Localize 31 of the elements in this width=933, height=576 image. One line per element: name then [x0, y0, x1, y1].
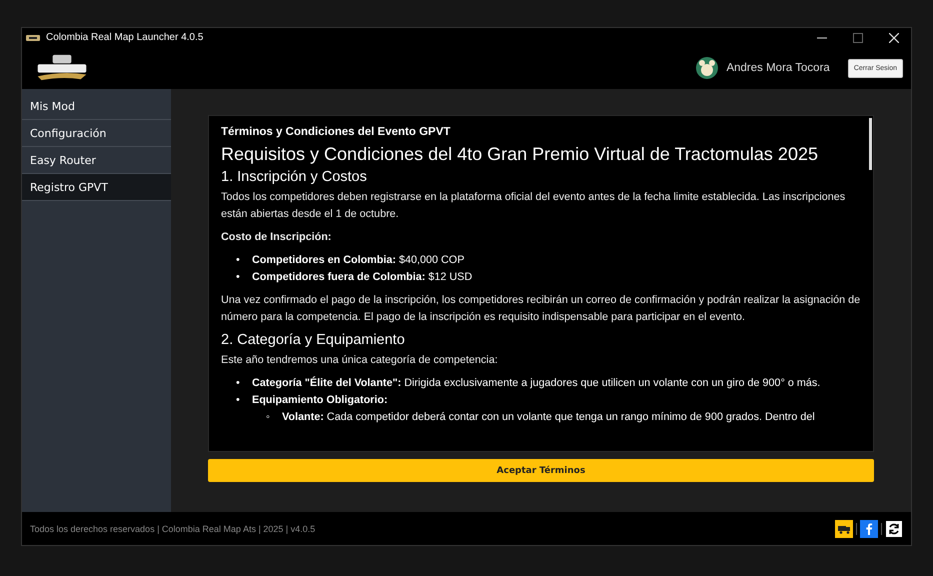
bullet: •	[236, 376, 241, 391]
maximize-icon[interactable]	[853, 32, 863, 42]
paragraph: Una vez confirmado el pago de la inscripción, los competidores recibirán un correo de confirmación y podrán realizar la asignación de número para la competencia. El pago de la inscripción es requisito indispensable para participar en el evento.	[221, 293, 861, 325]
sidebar-item[interactable]: Registro GPVT	[22, 174, 171, 201]
list-item: Equipamiento Obligatorio:	[252, 393, 388, 408]
heading: Requisitos y Condiciones del 4to Gran Premio Virtual de Tractomulas 2025	[221, 144, 819, 165]
avatar-icon	[696, 57, 718, 79]
bullet: •	[236, 253, 241, 268]
bullet: •	[236, 393, 241, 408]
accept-button[interactable]: Aceptar Términos	[208, 459, 874, 482]
app-logo-icon	[26, 34, 40, 42]
close-icon[interactable]	[889, 32, 899, 42]
terms-title: Términos y Condiciones del Evento GPVT	[221, 126, 452, 138]
list-item: Volante: Cada competidor deberá contar con un volante que tenga un rango mínimo de 900 grados. Dentro del	[282, 410, 815, 425]
user-name: Andres Mora Tocora	[726, 62, 830, 74]
list-item: Categoría "Élite del Volante": Dirigida exclusivamente a jugadores que utilicen un volante con un giro de 900° o más.	[252, 375, 820, 391]
list-item: Competidores en Colombia: $40,000 COP	[252, 253, 464, 268]
footer-text: Todos los derechos reservados | Colombia Real Map Ats | 2025 | v4.0.5	[30, 524, 316, 534]
scrollbar-thumb[interactable]	[869, 118, 872, 170]
bullet: •	[236, 270, 241, 285]
facebook-icon[interactable]	[860, 520, 878, 538]
section-heading: 1. Inscripción y Costos	[221, 169, 368, 185]
window-title: Colombia Real Map Launcher 4.0.5	[46, 32, 204, 43]
refresh-icon[interactable]	[885, 520, 903, 538]
label-text: Costo de Inscripción:	[221, 230, 332, 245]
paragraph: Todos los competidores deben registrarse en la plataforma oficial del evento antes de la fecha limite establecida. Las inscripciones están abiertas desde el 1 de octubre.	[221, 190, 846, 222]
section-heading: 2. Categoría y Equipamiento	[221, 332, 406, 348]
truck-icon[interactable]	[835, 520, 853, 538]
paragraph: Este año tendremos una única categoría de competencia:	[221, 353, 499, 368]
list-item: Competidores fuera de Colombia: $12 USD	[252, 270, 472, 285]
bullet: ◦	[266, 410, 271, 425]
